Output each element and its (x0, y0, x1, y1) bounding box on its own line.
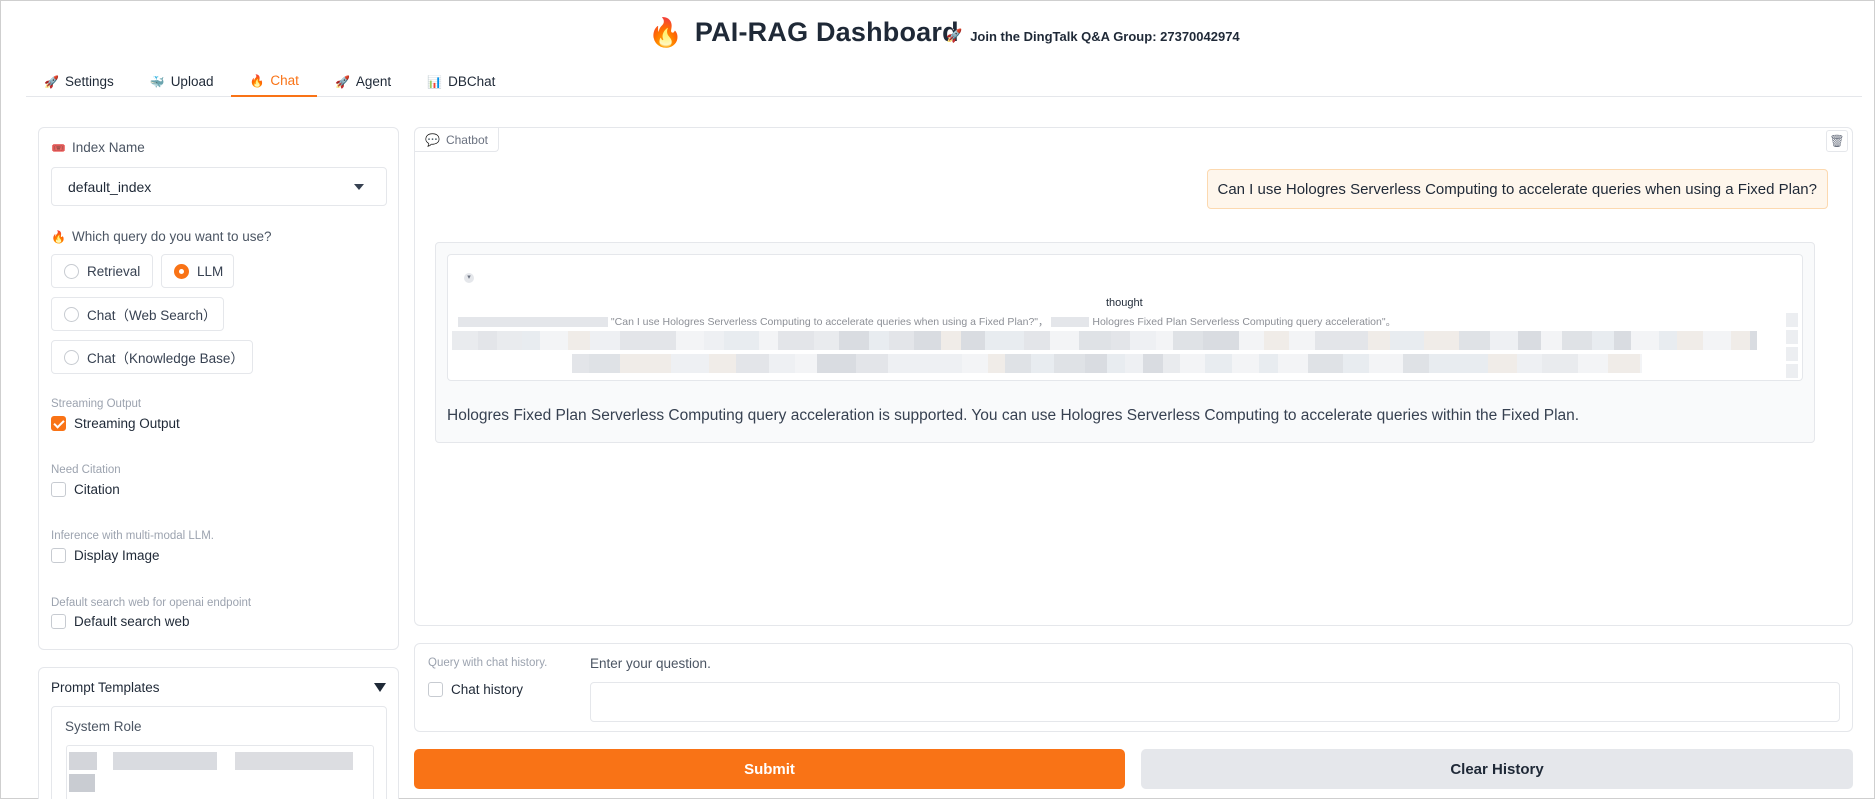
tab-label: Agent (355, 74, 392, 89)
query-label-text: Which query do you want to use? (71, 229, 272, 244)
tab-dbchat[interactable]: 📊 DBChat (409, 66, 513, 97)
prompt-templates-panel: Prompt Templates System Role (38, 667, 399, 799)
chat-settings-panel: 🎟️ Index Name default_index 🔥 Which quer… (38, 127, 399, 650)
chatbot-tag-label: Chatbot (445, 132, 488, 147)
blurred-thought-content (452, 331, 1757, 377)
thought-tail: Hologres Fixed Plan Serverless Computing… (1092, 316, 1397, 328)
flame-icon: 🔥 (51, 229, 66, 244)
system-role-label: System Role (65, 719, 142, 734)
chatbot-tag: 💬 Chatbot (415, 128, 499, 152)
radio-label: Chat（Web Search） (87, 308, 217, 323)
rocket-icon: 🚀 (946, 28, 963, 43)
thought-label: thought (1106, 297, 1143, 309)
citation-section-label: Need Citation (51, 464, 121, 476)
streaming-output-checkbox[interactable]: Streaming Output (51, 416, 180, 431)
radio-retrieval[interactable]: Retrieval (51, 254, 153, 288)
blurred-side-text (1786, 313, 1798, 378)
system-role-box: System Role (51, 706, 387, 799)
system-role-textarea[interactable] (66, 745, 374, 799)
chatbot-panel: 💬 Chatbot 🗑 Can I use Hologres Serverles… (414, 127, 1853, 626)
query-panel: Query with chat history. Chat history En… (414, 643, 1853, 732)
chat-history-section-label: Query with chat history. (428, 657, 548, 669)
prompt-templates-title: Prompt Templates (51, 680, 160, 695)
user-message-text: Can I use Hologres Serverless Computing … (1217, 180, 1818, 198)
index-label-text: Index Name (71, 140, 145, 155)
trash-icon[interactable]: 🗑 (1826, 130, 1848, 152)
radio-label: LLM (197, 263, 224, 279)
index-name-label: 🎟️ Index Name (51, 140, 145, 155)
user-message: Can I use Hologres Serverless Computing … (1206, 169, 1828, 209)
radio-circle-selected (174, 263, 189, 279)
flame-icon: 🔥 (249, 73, 265, 88)
thought-text: "Can I use Hologres Serverless Computing… (458, 314, 1396, 329)
query-type-label: 🔥 Which query do you want to use? (51, 229, 272, 244)
default-search-web-checkbox[interactable]: Default search web (51, 614, 190, 629)
radio-circle (64, 263, 79, 279)
prompt-templates-toggle[interactable]: Prompt Templates (51, 680, 386, 695)
radio-label: Retrieval (87, 263, 141, 279)
collapse-toggle-icon[interactable]: ▾ (464, 273, 474, 283)
checkbox-checked (51, 416, 66, 431)
tab-settings[interactable]: 🚀 Settings (26, 66, 132, 97)
web-section-label: Default search web for openai endpoint (51, 597, 252, 609)
radio-circle (64, 306, 79, 322)
checkbox-unchecked (51, 482, 66, 497)
display-image-checkbox[interactable]: Display Image (51, 548, 160, 563)
header: 🔥 PAI-RAG Dashboard 🚀 Join the DingTalk … (0, 14, 1875, 54)
dingtalk-group-text: Join the DingTalk Q&A Group: 27370042974 (970, 28, 1240, 44)
chat-bubble-icon: 💬 (425, 132, 440, 147)
thought-box: ▾ thought "Can I use Hologres Serverless… (447, 254, 1803, 381)
whale-icon: 🐳 (149, 74, 165, 89)
checkbox-label: Citation (74, 482, 120, 497)
bot-message: ▾ thought "Can I use Hologres Serverless… (435, 242, 1815, 443)
question-input[interactable] (590, 682, 1840, 722)
dingtalk-group: 🚀 Join the DingTalk Q&A Group: 273700429… (946, 28, 1240, 44)
tab-label: Chat (270, 73, 299, 88)
radio-circle (64, 349, 79, 365)
citation-checkbox[interactable]: Citation (51, 482, 120, 497)
radio-llm[interactable]: LLM (161, 254, 234, 288)
radio-chat-web-search[interactable]: Chat（Web Search） (51, 297, 224, 331)
multimodal-section-label: Inference with multi-modal LLM. (51, 530, 214, 542)
flame-icon: 🔥 (648, 17, 683, 48)
bot-answer-text: Hologres Fixed Plan Serverless Computing… (447, 407, 1580, 424)
submit-button[interactable]: Submit (414, 749, 1125, 789)
tab-upload[interactable]: 🐳 Upload (132, 66, 232, 97)
checkbox-label: Default search web (74, 614, 190, 629)
rocket-icon: 🚀 (44, 74, 59, 89)
page-title: PAI-RAG Dashboard (694, 17, 959, 47)
tab-chat[interactable]: 🔥 Chat (231, 66, 317, 97)
tab-label: Upload (170, 74, 214, 89)
question-label: Enter your question. (590, 656, 711, 671)
chevron-down-icon (354, 184, 364, 190)
tab-label: Settings (64, 74, 114, 89)
radio-chat-knowledge-base[interactable]: Chat（Knowledge Base） (51, 340, 253, 374)
thought-question: "Can I use Hologres Serverless Computing… (610, 316, 1049, 328)
tab-bar: 🚀 Settings 🐳 Upload 🔥 Chat 🚀 Agent 📊 DBC… (26, 66, 1862, 97)
chat-history-checkbox[interactable]: Chat history (428, 682, 523, 697)
index-name-value: default_index (68, 178, 152, 195)
clear-history-button[interactable]: Clear History (1141, 749, 1853, 789)
checkbox-label: Display Image (74, 548, 160, 563)
index-name-dropdown[interactable]: default_index (51, 167, 387, 206)
tab-agent[interactable]: 🚀 Agent (317, 66, 409, 97)
triangle-down-icon (374, 683, 386, 692)
rocket-icon: 🚀 (334, 74, 350, 89)
title-wrap: 🔥 PAI-RAG Dashboard (648, 16, 959, 49)
checkbox-label: Streaming Output (74, 416, 180, 431)
checkbox-unchecked (51, 614, 66, 629)
streaming-section-label: Streaming Output (51, 398, 142, 410)
checkbox-label: Chat history (451, 682, 524, 697)
checkbox-unchecked (51, 548, 66, 563)
ticket-icon: 🎟️ (51, 140, 66, 155)
checkbox-unchecked (428, 682, 443, 697)
bar-chart-icon: 📊 (427, 74, 443, 89)
radio-label: Chat（Knowledge Base） (87, 351, 244, 366)
tab-label: DBChat (448, 74, 496, 89)
